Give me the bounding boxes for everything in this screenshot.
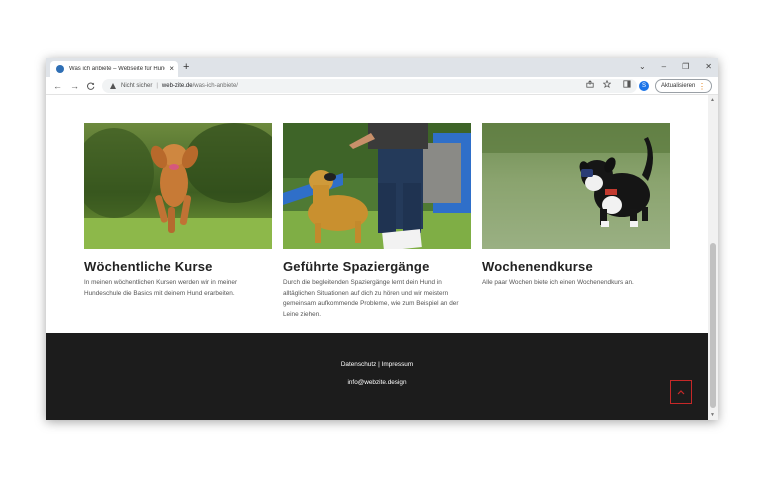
warning-icon xyxy=(110,83,116,89)
close-window-button[interactable]: ✕ xyxy=(705,60,712,74)
tab-title: Was ich anbiete – Webseite für Hundeschu… xyxy=(69,66,165,72)
scroll-to-top-button[interactable] xyxy=(670,380,692,404)
card-text: Durch die begleitenden Spaziergänge lern… xyxy=(283,279,459,318)
star-icon[interactable] xyxy=(602,79,612,92)
card-text: In meinen wöchentlichen Kursen werden wi… xyxy=(84,279,238,297)
address-separator: | xyxy=(156,83,158,89)
card-title: Geführte Spaziergänge xyxy=(283,259,430,274)
forward-button[interactable]: → xyxy=(70,79,79,93)
url-host: web-zite.de xyxy=(161,83,193,89)
window-controls: ⌄ – ❐ ✕ xyxy=(639,60,712,74)
browser-toolbar: ← → Nicht sicher | web-zite.de /was-ich-… xyxy=(46,77,718,95)
reload-button[interactable] xyxy=(87,79,95,94)
sidebar-icon[interactable] xyxy=(623,80,631,92)
dog-with-trainer-photo xyxy=(283,123,471,249)
tab-search-icon[interactable]: ⌄ xyxy=(639,60,646,74)
update-label: Aktualisieren xyxy=(661,83,696,89)
minimize-button[interactable]: – xyxy=(662,60,666,74)
screenshot-stage: Was ich anbiete – Webseite für Hundeschu… xyxy=(0,0,768,480)
page-scrollbar[interactable]: ▲ ▼ xyxy=(708,95,718,420)
address-bar[interactable]: Nicht sicher | web-zite.de /was-ich-anbi… xyxy=(102,79,637,93)
course-card: Wöchentliche Kurse In meinen wöchentlich… xyxy=(84,123,272,299)
new-tab-button[interactable]: + xyxy=(183,60,189,74)
dog-running-on-grass-photo xyxy=(84,123,272,249)
scroll-down-arrow-icon[interactable]: ▼ xyxy=(710,411,715,419)
security-label[interactable]: Nicht sicher xyxy=(121,83,152,89)
restore-button[interactable]: ❐ xyxy=(682,60,689,74)
site-footer: Datenschutz | Impressum info@webzite.des… xyxy=(46,333,708,420)
browser-window: Was ich anbiete – Webseite für Hundeschu… xyxy=(46,58,718,420)
card-title: Wochenendkurse xyxy=(482,259,593,274)
card-text: Alle paar Wochen biete ich einen Wochene… xyxy=(482,279,634,286)
page-viewport: Wöchentliche Kurse In meinen wöchentlich… xyxy=(46,95,718,420)
tab-bar: Was ich anbiete – Webseite für Hundeschu… xyxy=(46,58,718,77)
more-menu-icon[interactable]: ⋮ xyxy=(698,81,706,92)
back-button[interactable]: ← xyxy=(53,79,62,93)
chevron-up-icon xyxy=(677,390,685,395)
url-path: /was-ich-anbiete/ xyxy=(192,83,238,89)
card-title: Wöchentliche Kurse xyxy=(84,259,213,274)
tab-close-icon[interactable]: × xyxy=(169,63,174,75)
datenschutz-link[interactable]: Datenschutz xyxy=(341,361,377,368)
wordpress-favicon-icon xyxy=(56,65,64,73)
impressum-link[interactable]: Impressum xyxy=(382,361,414,368)
footer-links: Datenschutz | Impressum xyxy=(46,361,708,368)
update-button[interactable]: Aktualisieren ⋮ xyxy=(655,79,712,93)
share-icon[interactable] xyxy=(586,80,594,92)
reload-icon xyxy=(87,82,95,90)
puppy-with-toy-photo xyxy=(482,123,670,249)
footer-email[interactable]: info@webzite.design xyxy=(46,379,708,386)
course-card: Wochenendkurse Alle paar Wochen biete ic… xyxy=(482,123,670,289)
page-content: Wöchentliche Kurse In meinen wöchentlich… xyxy=(46,95,708,420)
profile-avatar[interactable]: S xyxy=(639,81,649,91)
scroll-up-arrow-icon[interactable]: ▲ xyxy=(710,96,715,104)
scrollbar-thumb[interactable] xyxy=(710,243,716,408)
course-card: Geführte Spaziergänge Durch die begleite… xyxy=(283,123,471,320)
browser-tab[interactable]: Was ich anbiete – Webseite für Hundeschu… xyxy=(50,61,178,77)
